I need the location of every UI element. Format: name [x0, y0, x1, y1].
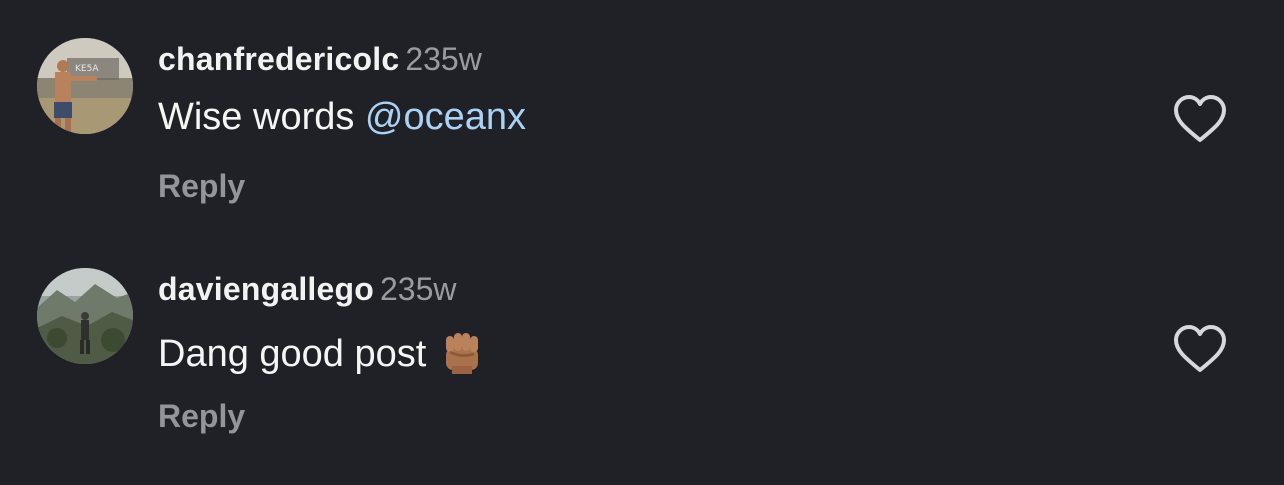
- avatar[interactable]: [37, 268, 133, 364]
- comment-text-body: Wise words: [158, 96, 365, 138]
- heart-outline-icon[interactable]: [1172, 323, 1228, 375]
- comment-time: 235w: [405, 41, 482, 77]
- comment-item: daviengallego 235w Dang good post Reply: [0, 230, 1284, 432]
- comment-item: KE5A chanfredericolc 235w Wise words @oce…: [0, 0, 1284, 202]
- comments-panel: { "comments": [ { "username": "chanfrede…: [0, 0, 1284, 485]
- avatar-image: KE5A: [37, 38, 133, 134]
- comment-header: daviengallego 235w: [158, 273, 457, 305]
- comment-username[interactable]: chanfredericolc: [158, 41, 399, 77]
- avatar-image: [37, 268, 133, 364]
- comment-text: Wise words @oceanx: [158, 98, 526, 136]
- comment-text-body: Dang good post: [158, 333, 427, 375]
- reply-button[interactable]: Reply: [158, 400, 245, 432]
- reply-button[interactable]: Reply: [158, 170, 245, 202]
- comment-username[interactable]: daviengallego: [158, 271, 374, 307]
- heart-outline-icon[interactable]: [1172, 93, 1228, 145]
- comment-time: 235w: [380, 271, 457, 307]
- raised-fist-emoji-icon: [440, 328, 484, 374]
- comment-header: chanfredericolc 235w: [158, 43, 482, 75]
- comment-text: Dang good post: [158, 328, 484, 374]
- mention-link[interactable]: @oceanx: [365, 96, 526, 138]
- avatar[interactable]: KE5A: [37, 38, 133, 134]
- svg-text:KE5A: KE5A: [75, 64, 99, 74]
